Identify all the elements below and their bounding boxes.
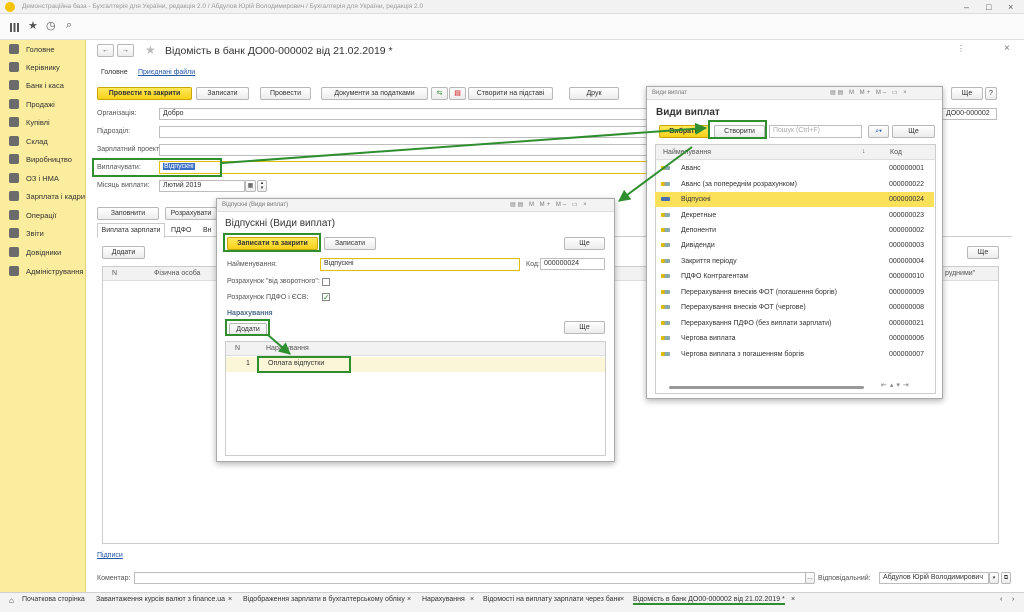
home-icon[interactable]: ⌂ [9,596,14,605]
tab-close-icon[interactable]: × [470,596,474,603]
tab-close-icon[interactable]: × [407,596,411,603]
tab-close-icon[interactable]: × [620,596,624,603]
bottom-tab-salary-accounting[interactable]: Відображення зарплати в бухгалтерському … [243,596,405,603]
bottom-tab-active-document[interactable]: Відомість в банк ДО00-000002 від 21.02.2… [633,596,785,605]
tab-close-icon[interactable]: × [228,596,232,603]
bottom-tab-bank-statements[interactable]: Відомості на виплату зарплати через банк [483,596,620,603]
open-windows-bar: ⌂ Початкова сторінка Завантаження курсів… [0,592,1024,612]
annotation-arrows [221,122,708,355]
tab-close-icon[interactable]: × [791,596,795,603]
tabs-scroll-right-icon[interactable]: › [1012,596,1014,603]
bottom-tab-currency[interactable]: Завантаження курсів валют з finance.ua [96,596,225,603]
bottom-tab-home[interactable]: Початкова сторінка [22,596,85,603]
tabs-scroll-left-icon[interactable]: ‹ [1000,596,1002,603]
bottom-tab-accruals[interactable]: Нарахування [422,596,465,603]
